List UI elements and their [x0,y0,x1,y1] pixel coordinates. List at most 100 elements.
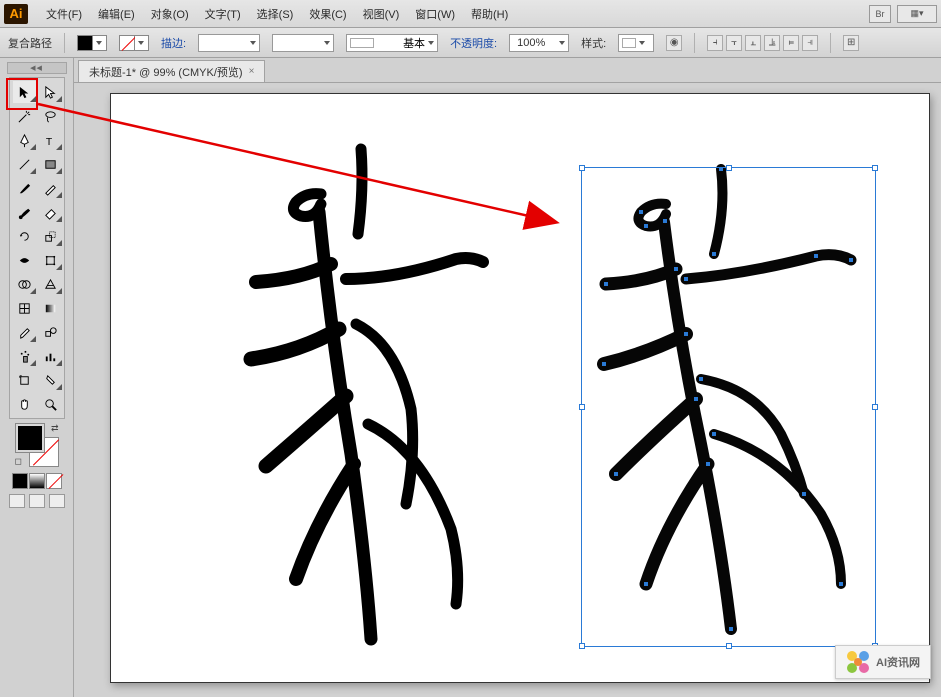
menu-select[interactable]: 选择(S) [249,2,302,26]
selection-bounding-box[interactable] [581,167,876,647]
brush-field[interactable]: 基本 [346,34,438,52]
selection-handle-w[interactable] [579,404,585,410]
stroke-swatch-group[interactable] [119,35,149,51]
align-right-icon[interactable]: ⫠ [745,35,761,51]
work-area: ◀◀ T [0,58,941,697]
drawing-mode-behind-icon[interactable] [29,494,45,508]
menu-file[interactable]: 文件(F) [38,2,90,26]
stroke-profile-field[interactable] [272,34,334,52]
drawing-mode-inside-icon[interactable] [49,494,65,508]
eyedropper-tool[interactable] [13,321,37,343]
recolor-icon[interactable]: ◉ [666,35,682,51]
stroke-swatch[interactable] [119,35,135,51]
width-tool[interactable] [13,249,37,271]
watermark-logo-icon [846,650,870,674]
direct-selection-tool[interactable] [39,81,63,103]
app-logo: Ai [4,4,28,24]
perspective-tool[interactable] [39,273,63,295]
lasso-tool[interactable] [39,105,63,127]
menu-type[interactable]: 文字(T) [197,2,249,26]
type-tool[interactable]: T [39,129,63,151]
arrange-dropdown[interactable]: ▦▾ [897,5,937,23]
color-gradient-icon[interactable] [29,473,45,489]
menu-bar: Ai 文件(F) 编辑(E) 对象(O) 文字(T) 选择(S) 效果(C) 视… [0,0,941,28]
selection-tool[interactable] [13,81,37,103]
menu-effect[interactable]: 效果(C) [301,2,354,26]
selection-handle-e[interactable] [872,404,878,410]
tool-panel-grip[interactable]: ◀◀ [7,62,67,74]
hand-tool[interactable] [13,393,37,415]
pen-tool[interactable] [13,129,37,151]
bridge-chip[interactable]: Br [869,5,891,23]
eraser-tool[interactable] [39,201,63,223]
selection-handle-n[interactable] [726,165,732,171]
canvas[interactable] [74,82,941,697]
document-area: 未标题-1* @ 99% (CMYK/预览) × [74,58,941,697]
fill-dropdown[interactable] [93,35,107,51]
menu-edit[interactable]: 编辑(E) [90,2,143,26]
swap-fill-stroke-icon[interactable]: ⇄ [51,423,59,434]
style-label: 样式: [581,35,606,51]
paintbrush-tool[interactable] [13,177,37,199]
stroke-weight-field[interactable] [198,34,260,52]
selection-handle-s[interactable] [726,643,732,649]
control-bar: 复合路径 描边: 基本 不透明度: 100% 样式: ◉ ⫞ ⫟ ⫠ ⫡ ⫢ ⫣… [0,28,941,58]
document-tab[interactable]: 未标题-1* @ 99% (CMYK/预览) × [78,60,265,82]
watermark-text: AI资讯网 [876,654,920,670]
zoom-tool[interactable] [39,393,63,415]
free-transform-tool[interactable] [39,249,63,271]
magic-wand-tool[interactable] [13,105,37,127]
transform-icon[interactable]: ⊞ [843,35,859,51]
fill-swatch[interactable] [77,35,93,51]
color-solid-icon[interactable] [12,473,28,489]
watermark: AI资讯网 [835,645,931,679]
fill-stroke-swatches[interactable] [77,35,107,51]
close-tab-icon[interactable]: × [249,66,255,77]
graph-tool[interactable] [39,345,63,367]
menu-view[interactable]: 视图(V) [355,2,408,26]
drawing-mode-normal-icon[interactable] [9,494,25,508]
opacity-field[interactable]: 100% [509,34,569,52]
symbol-sprayer-tool[interactable] [13,345,37,367]
opacity-label[interactable]: 不透明度: [450,35,497,51]
selection-handle-sw[interactable] [579,643,585,649]
blob-brush-tool[interactable] [13,201,37,223]
fill-stroke-control[interactable]: ⇄ ◻ [15,423,59,467]
pencil-tool[interactable] [39,177,63,199]
rectangle-tool[interactable] [39,153,63,175]
divider [64,33,65,53]
color-mode-row [12,473,62,489]
align-hcenter-icon[interactable]: ⫟ [726,35,742,51]
divider [830,33,831,53]
mesh-tool[interactable] [13,297,37,319]
artboard[interactable] [110,93,930,683]
style-field[interactable] [618,34,654,52]
artwork-left[interactable] [171,134,491,654]
scale-tool[interactable] [39,225,63,247]
gradient-tool[interactable] [39,297,63,319]
menu-window[interactable]: 窗口(W) [407,2,463,26]
blend-tool[interactable] [39,321,63,343]
divider [694,33,695,53]
align-vcenter-icon[interactable]: ⫢ [783,35,799,51]
align-left-icon[interactable]: ⫞ [707,35,723,51]
line-tool[interactable] [13,153,37,175]
menu-object[interactable]: 对象(O) [143,2,197,26]
tool-panel: ◀◀ T [0,58,74,697]
fill-color[interactable] [15,423,45,453]
menu-help[interactable]: 帮助(H) [463,2,516,26]
svg-text:T: T [46,137,53,148]
align-bottom-icon[interactable]: ⫣ [802,35,818,51]
selection-handle-nw[interactable] [579,165,585,171]
selection-handle-ne[interactable] [872,165,878,171]
stroke-dropdown[interactable] [135,35,149,51]
default-fill-stroke-icon[interactable]: ◻ [15,456,22,467]
rotate-tool[interactable] [13,225,37,247]
shape-builder-tool[interactable] [13,273,37,295]
document-tab-title: 未标题-1* @ 99% (CMYK/预览) [89,64,243,80]
artboard-tool[interactable] [13,369,37,391]
color-none-icon[interactable] [46,473,62,489]
align-top-icon[interactable]: ⫡ [764,35,780,51]
slice-tool[interactable] [39,369,63,391]
stroke-label[interactable]: 描边: [161,35,186,51]
